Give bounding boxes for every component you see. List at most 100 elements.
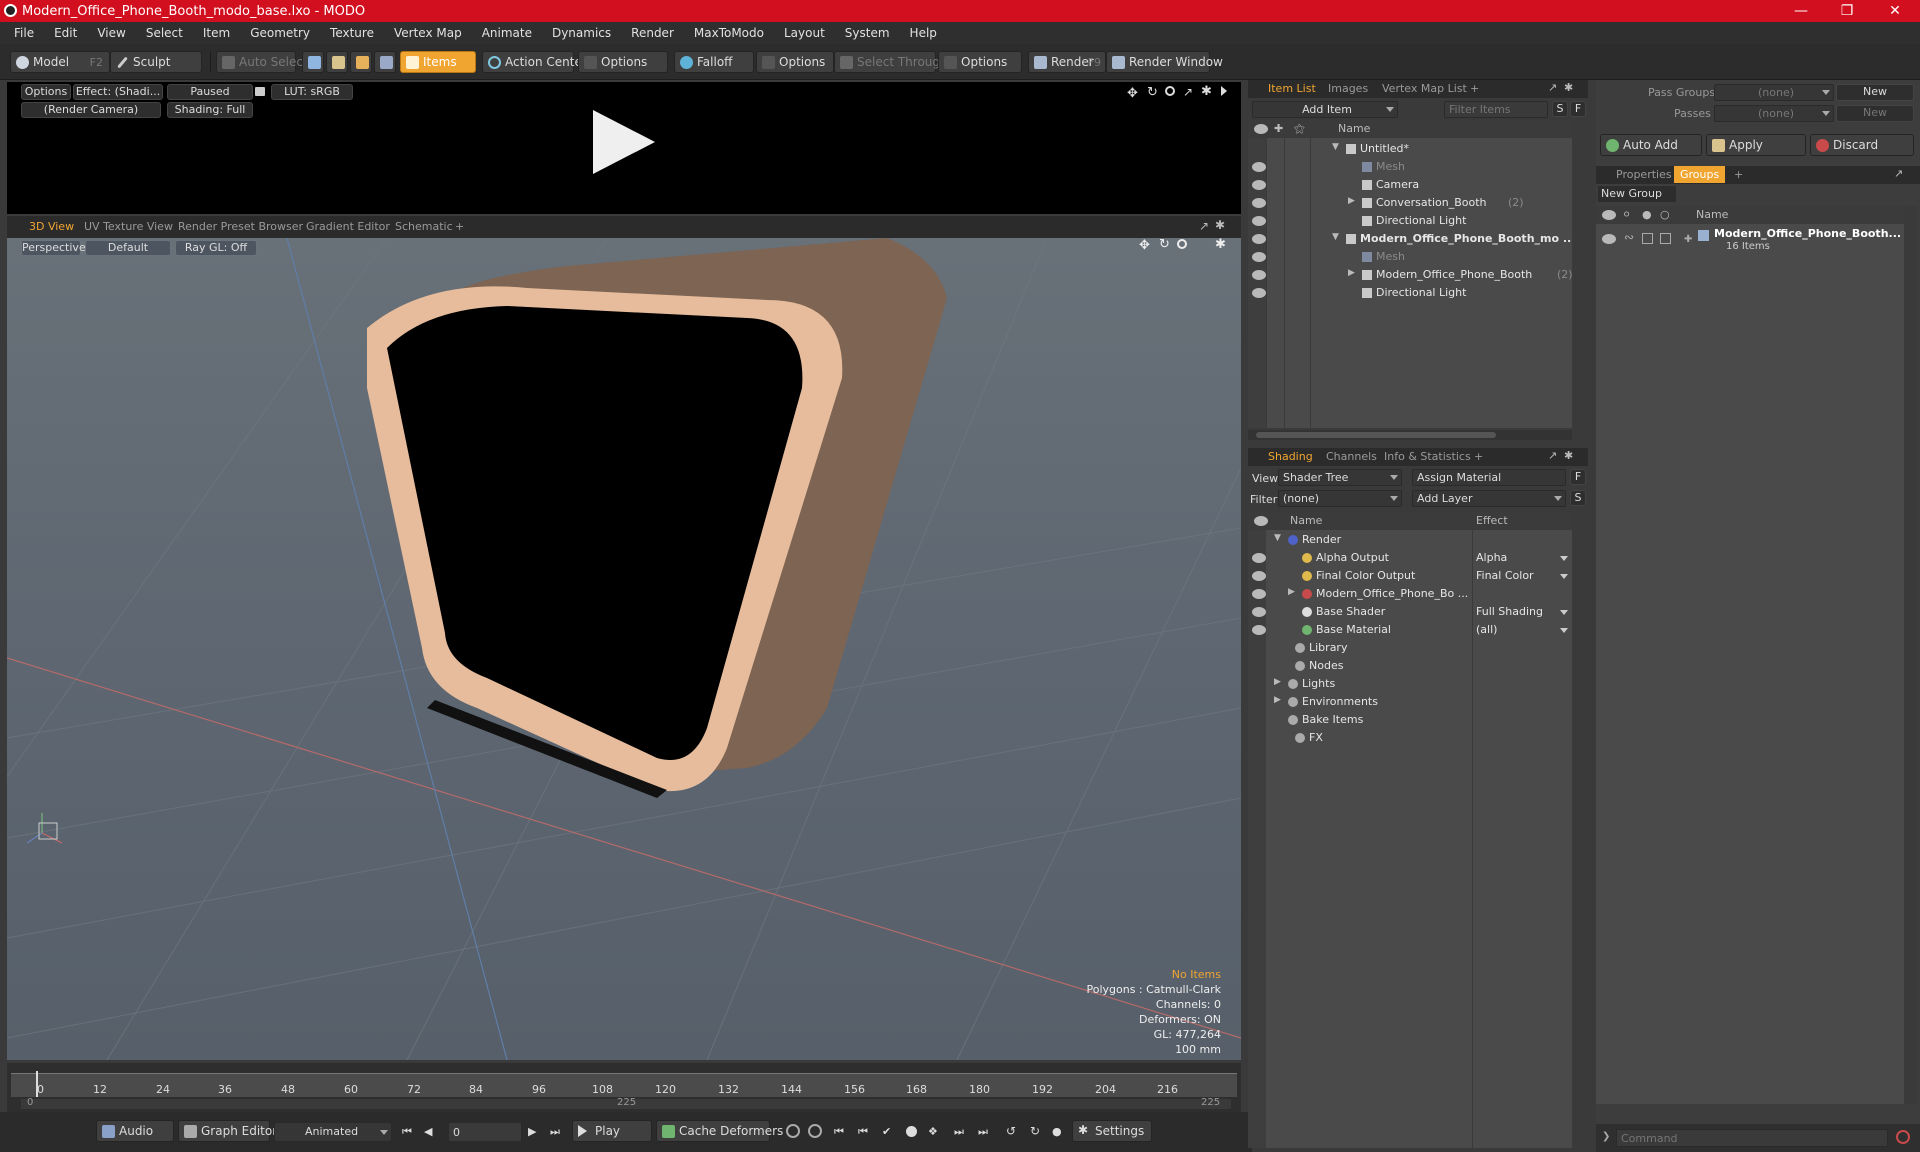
- filter-dropdown[interactable]: (none): [1278, 490, 1402, 507]
- layer-effect[interactable]: (all): [1476, 623, 1497, 636]
- visibility-icon[interactable]: [1252, 198, 1266, 208]
- shading-dropdown[interactable]: Shading: Full: [167, 102, 253, 118]
- move-view-icon[interactable]: ✥: [1139, 238, 1150, 253]
- visibility-icon[interactable]: [1252, 607, 1266, 617]
- tab-uv-texture-view[interactable]: UV Texture View: [84, 220, 173, 233]
- shader-row[interactable]: Library: [1248, 639, 1572, 657]
- cache-deformers-button[interactable]: Cache Deformers: [656, 1120, 783, 1142]
- item-row[interactable]: ▼ Modern_Office_Phone_Booth_mo ...: [1248, 230, 1575, 248]
- gear-icon[interactable]: ✱: [1564, 449, 1573, 462]
- items-mode-button[interactable]: Items: [400, 51, 476, 73]
- menu-file[interactable]: File: [4, 26, 44, 40]
- materials-mode-button[interactable]: [374, 51, 396, 73]
- menu-render[interactable]: Render: [621, 26, 684, 40]
- new-group-button[interactable]: New Group: [1598, 186, 1676, 202]
- visibility-icon[interactable]: [1252, 270, 1266, 280]
- ghost-icon[interactable]: ●: [1052, 1125, 1062, 1138]
- record-icon[interactable]: [906, 1126, 917, 1137]
- discard-button[interactable]: Discard: [1810, 134, 1914, 156]
- chevron-right-icon[interactable]: ▶: [1274, 677, 1281, 687]
- animated-dropdown[interactable]: Animated: [274, 1122, 392, 1142]
- tab-channels[interactable]: Channels: [1326, 450, 1377, 463]
- zoom-icon[interactable]: [1165, 86, 1175, 96]
- render-window-button[interactable]: Render Window: [1106, 51, 1223, 73]
- shader-row[interactable]: Final Color Output Final Color: [1248, 567, 1572, 585]
- next-key-alt-icon[interactable]: ⏭: [978, 1125, 988, 1139]
- visibility-icon[interactable]: [1252, 571, 1266, 581]
- layer-effect[interactable]: Final Color: [1476, 569, 1534, 582]
- graph-editor-button[interactable]: Graph Editor: [178, 1120, 277, 1142]
- auto-select-button[interactable]: Auto Select: [216, 51, 308, 73]
- shader-row[interactable]: ▶ Environments: [1248, 693, 1572, 711]
- tab-schematic[interactable]: Schematic: [395, 220, 453, 233]
- filter-s-button[interactable]: S: [1552, 101, 1568, 117]
- menu-select[interactable]: Select: [136, 26, 193, 40]
- maximize-icon[interactable]: ↗: [1894, 167, 1903, 180]
- pass-groups-dropdown[interactable]: (none): [1714, 84, 1834, 101]
- menu-dynamics[interactable]: Dynamics: [542, 26, 621, 40]
- tab-3d-view[interactable]: 3D View: [29, 220, 74, 233]
- chevron-down-icon[interactable]: [1560, 574, 1568, 579]
- gear-icon[interactable]: ✱: [1201, 84, 1212, 99]
- visibility-icon[interactable]: [1252, 252, 1266, 262]
- select-through-button[interactable]: Select Through: [834, 51, 948, 73]
- shader-row[interactable]: Base Material (all): [1248, 621, 1572, 639]
- tab-vertex-map-list[interactable]: Vertex Map List: [1382, 82, 1467, 95]
- new-pass-group-button[interactable]: New: [1836, 84, 1914, 101]
- item-row[interactable]: ▼ Untitled*: [1248, 140, 1572, 158]
- tab-properties[interactable]: Properties: [1616, 168, 1672, 181]
- command-input[interactable]: [1616, 1129, 1888, 1147]
- maximize-icon[interactable]: ↗: [1199, 219, 1209, 233]
- add-item-dropdown[interactable]: Add Item: [1252, 101, 1398, 118]
- current-frame-input[interactable]: [448, 1122, 522, 1142]
- key-marker-icon[interactable]: ✔: [882, 1125, 891, 1138]
- item-row[interactable]: Camera: [1248, 176, 1572, 194]
- add-tab-button[interactable]: +: [1470, 82, 1479, 95]
- item-row[interactable]: Mesh: [1248, 158, 1572, 176]
- effect-dropdown[interactable]: Effect: (Shadi...: [73, 84, 163, 100]
- audio-button[interactable]: Audio: [96, 1120, 174, 1142]
- chevron-right-icon[interactable]: ▶: [1274, 695, 1281, 705]
- restore-icon[interactable]: ❐: [1824, 0, 1870, 22]
- menu-view[interactable]: View: [87, 26, 135, 40]
- apply-button[interactable]: Apply: [1706, 134, 1806, 156]
- add-tab-button[interactable]: +: [455, 220, 464, 233]
- sculpt-button[interactable]: Sculpt: [110, 51, 202, 73]
- loop-icon[interactable]: ↺: [1006, 1124, 1016, 1138]
- gear-icon[interactable]: ✱: [1215, 238, 1226, 252]
- filter-items-input[interactable]: [1444, 101, 1548, 118]
- menu-animate[interactable]: Animate: [472, 26, 542, 40]
- item-row[interactable]: Mesh: [1248, 248, 1572, 266]
- timeline[interactable]: 0 12 24 36 48 60 72 84 96 108 120 132 14…: [7, 1063, 1241, 1113]
- tab-gradient-editor[interactable]: Gradient Editor: [306, 220, 390, 233]
- add-tab-button[interactable]: +: [1474, 450, 1483, 463]
- command-history-icon[interactable]: [1896, 1130, 1910, 1144]
- paused-button[interactable]: Paused: [167, 84, 253, 100]
- move-view-icon[interactable]: ✥: [1127, 86, 1138, 101]
- gear-icon[interactable]: ✱: [1564, 81, 1573, 94]
- next-frame-icon[interactable]: ▶: [528, 1125, 536, 1138]
- group-lock-checkbox[interactable]: [1642, 233, 1653, 244]
- menu-vertex-map[interactable]: Vertex Map: [384, 26, 472, 40]
- group-row[interactable]: ∾ ✚ Modern_Office_Phone_Booth... 16 Item…: [1596, 226, 1904, 256]
- item-row[interactable]: Directional Light: [1248, 212, 1572, 230]
- loop-alt-icon[interactable]: ↻: [1030, 1124, 1040, 1138]
- chevron-down-icon[interactable]: ▼: [1332, 232, 1339, 242]
- default-dropdown[interactable]: Default: [85, 240, 171, 256]
- prev-key-icon[interactable]: ⏮: [834, 1125, 844, 1139]
- select-options-button[interactable]: Options: [938, 51, 1022, 73]
- menu-layout[interactable]: Layout: [774, 26, 835, 40]
- phone-booth-model[interactable]: [367, 238, 947, 798]
- chevron-down-icon[interactable]: [1560, 628, 1568, 633]
- shader-row[interactable]: FX: [1248, 729, 1572, 747]
- tab-item-list[interactable]: Item List: [1268, 82, 1316, 95]
- chevron-right-icon[interactable]: [1221, 86, 1227, 96]
- shader-row[interactable]: Alpha Output Alpha: [1248, 549, 1572, 567]
- zoom-icon[interactable]: [1177, 239, 1187, 249]
- polygons-mode-button[interactable]: [350, 51, 372, 73]
- close-icon[interactable]: ✕: [1872, 0, 1918, 22]
- chevron-right-icon[interactable]: ▶: [1348, 268, 1355, 278]
- visibility-icon[interactable]: [1252, 589, 1266, 599]
- prev-key-alt-icon[interactable]: ⏮: [858, 1125, 868, 1139]
- chevron-down-icon[interactable]: [1560, 610, 1568, 615]
